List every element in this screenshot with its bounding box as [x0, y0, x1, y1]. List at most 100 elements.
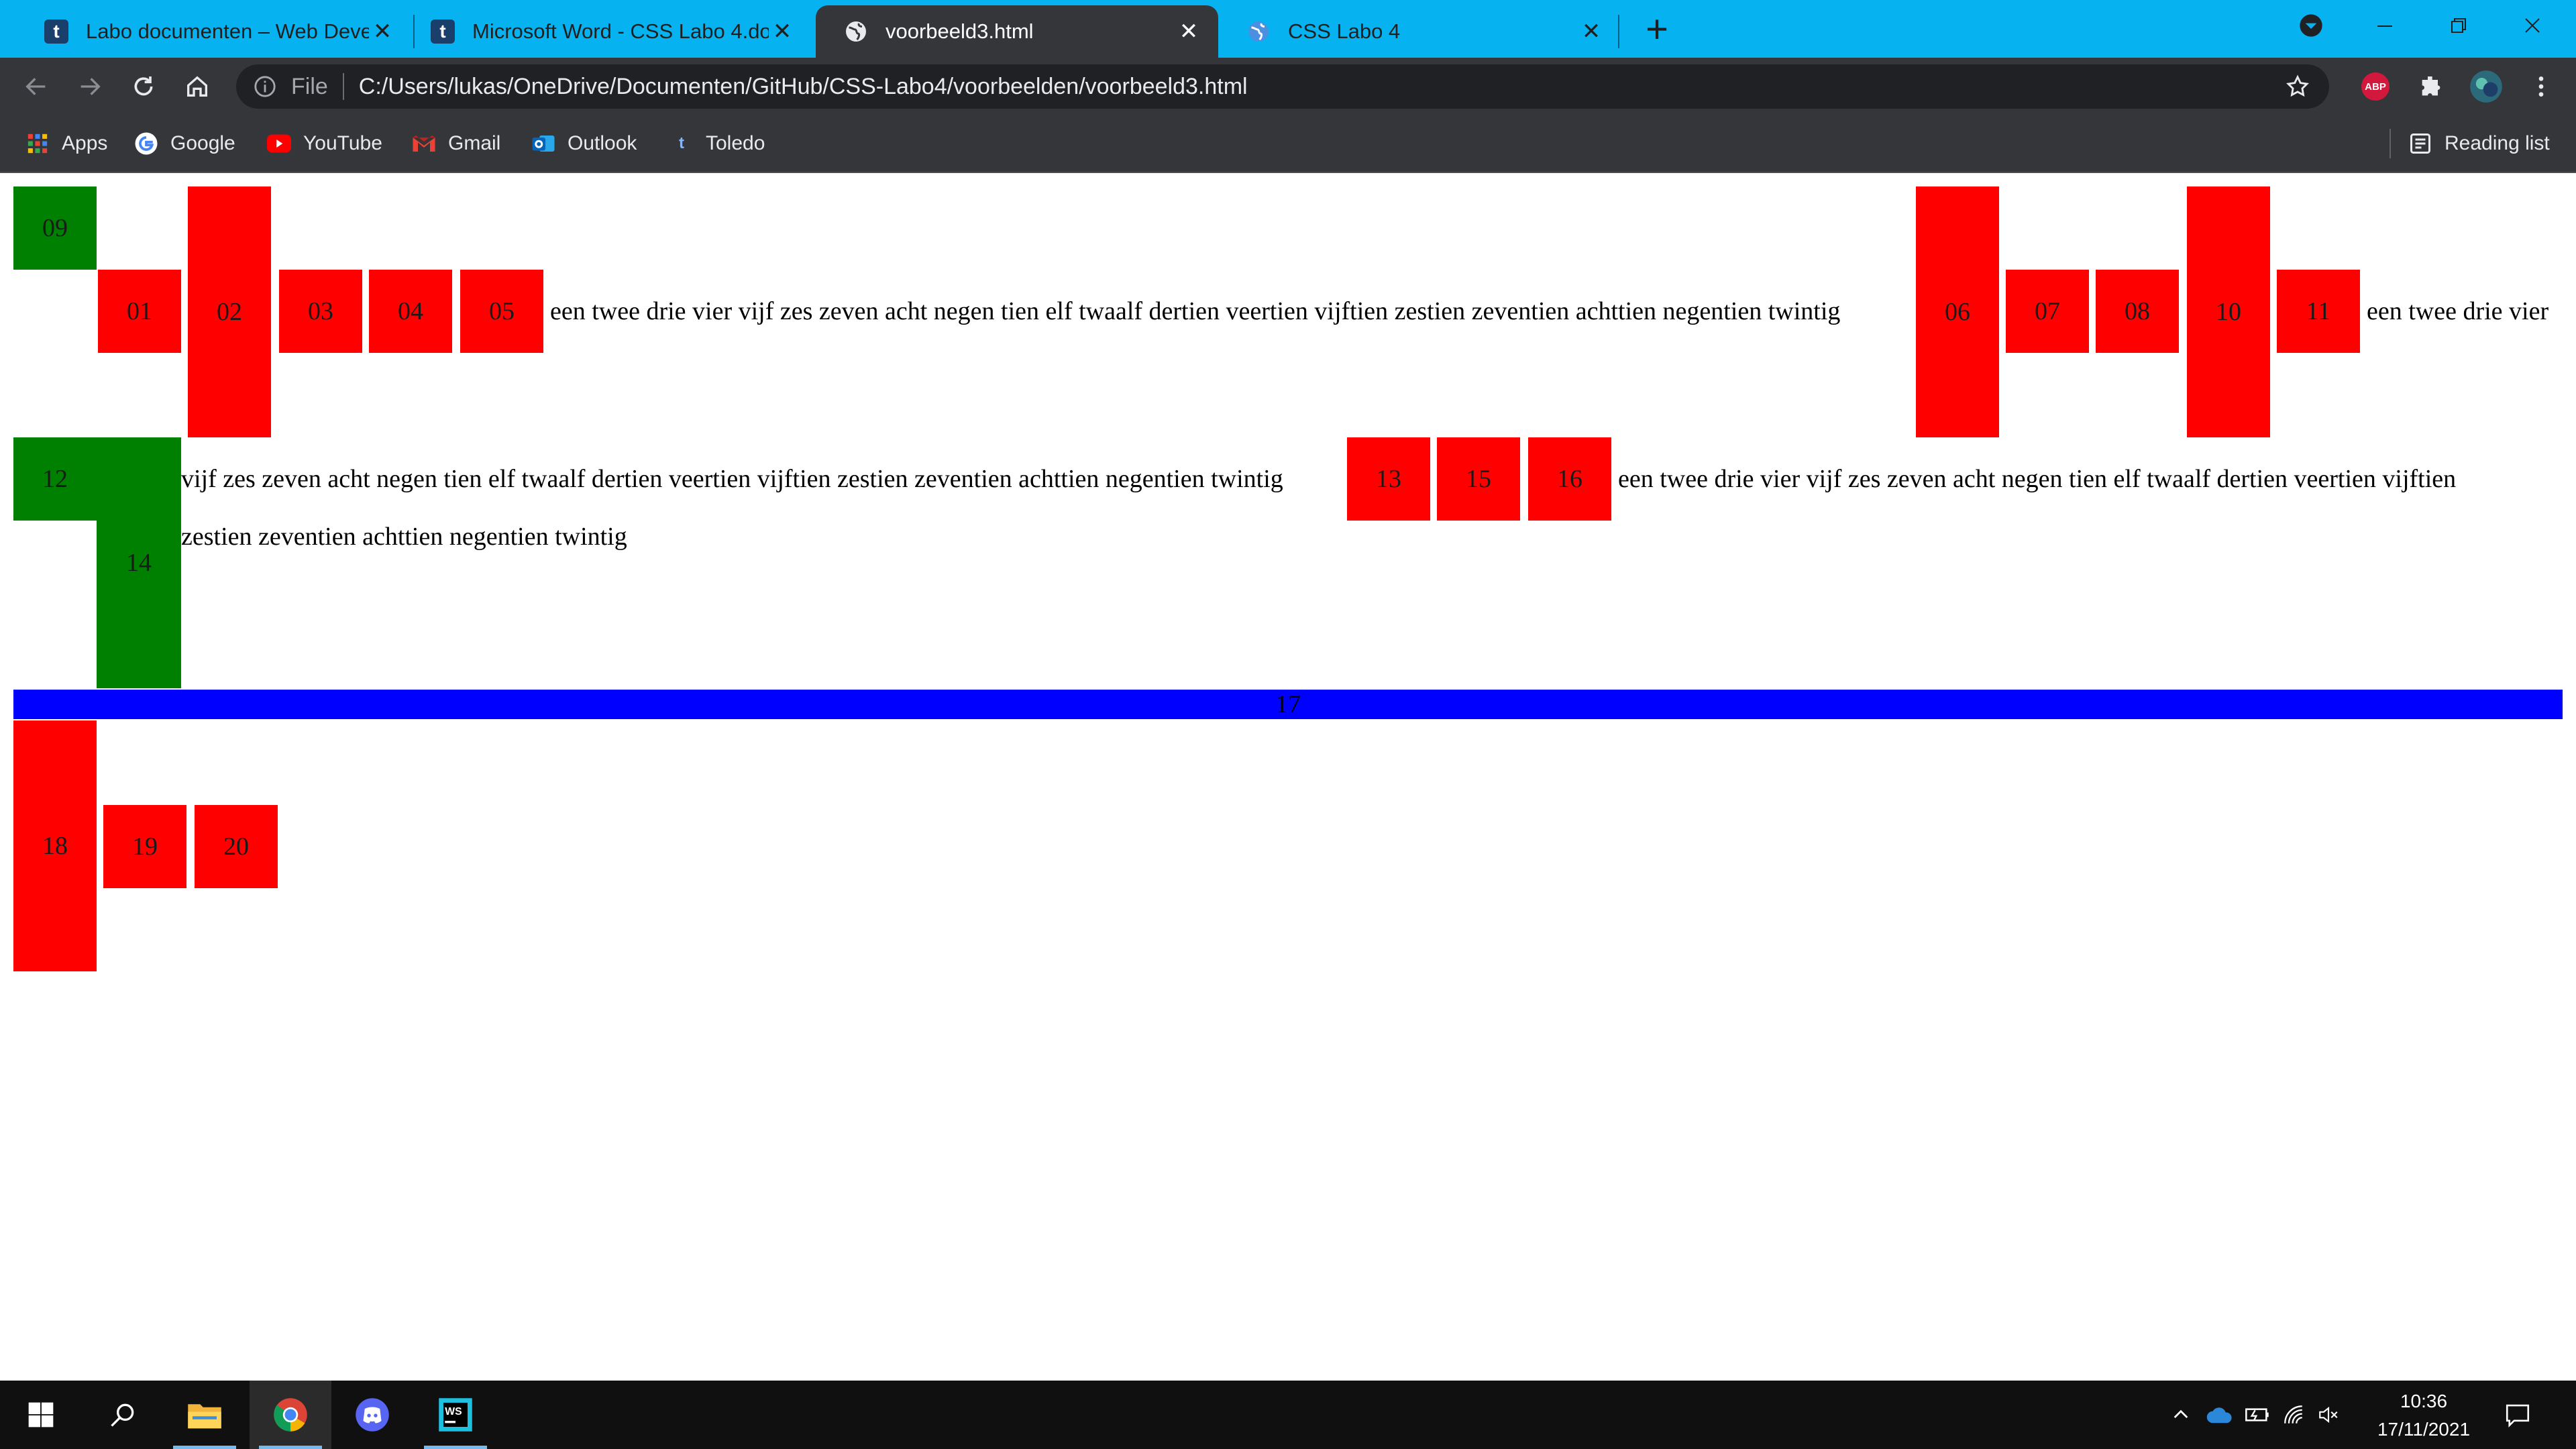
tray-overflow-button[interactable] [2164, 1398, 2198, 1432]
discord-icon [356, 1398, 389, 1432]
chevron-up-icon [2174, 1409, 2188, 1418]
taskbar-webstorm[interactable]: WS [415, 1381, 496, 1449]
bookmark-toledo[interactable]: t Toledo [669, 115, 765, 172]
bookmark-label: Outlook [568, 132, 637, 154]
reload-icon [134, 76, 153, 96]
outlook-icon [531, 131, 555, 156]
box-01: 01 [98, 270, 181, 353]
reload-button[interactable] [123, 66, 164, 107]
box-16: 16 [1528, 437, 1611, 521]
restore-button[interactable] [2422, 0, 2496, 51]
reading-list-button[interactable]: Reading list [2408, 115, 2550, 172]
notifications-button[interactable] [2501, 1398, 2534, 1432]
youtube-icon [267, 131, 291, 156]
url-text[interactable]: C:/Users/lukas/OneDrive/Documenten/GitHu… [359, 74, 1248, 100]
arrow-left-icon [25, 78, 46, 95]
extensions-button[interactable] [2411, 66, 2451, 107]
taskbar-file-explorer[interactable] [164, 1381, 246, 1449]
google-icon [134, 131, 158, 156]
box-14: 14 [97, 437, 181, 688]
page-viewport: 09 01 02 03 04 05 een twee drie vier vij… [0, 173, 2576, 1381]
inline-text-line2: vijf zes zeven acht negen tien elf twaal… [181, 465, 1283, 493]
address-bar[interactable]: File C:/Users/lukas/OneDrive/Documenten/… [236, 64, 2329, 109]
box-04: 04 [369, 270, 452, 353]
tab-labo-documenten[interactable]: t Labo documenten – Web Develop ✕ [16, 5, 412, 58]
close-icon [2525, 18, 2540, 33]
bookmark-star-icon[interactable] [2285, 74, 2310, 99]
taskbar-clock[interactable]: 10:36 17/11/2021 [2360, 1387, 2487, 1444]
close-tab-icon[interactable]: ✕ [369, 18, 396, 45]
adblock-extension-icon[interactable]: ABP [2361, 72, 2390, 101]
address-separator [342, 73, 344, 100]
forward-button[interactable] [70, 66, 110, 107]
bookmarks-separator [2390, 129, 2391, 158]
inline-text-line2-tail: een twee drie vier vijf zes zeven acht n… [1618, 465, 2457, 493]
apps-grid-icon [25, 131, 50, 156]
volume-tray-icon[interactable] [2312, 1398, 2345, 1432]
box-13: 13 [1347, 437, 1430, 521]
tab-microsoft-word[interactable]: t Microsoft Word - CSS Labo 4.docx ✕ [402, 5, 812, 58]
bookmark-gmail[interactable]: Gmail [412, 115, 500, 172]
running-indicator [173, 1446, 236, 1449]
restore-icon [2451, 18, 2466, 33]
bookmark-label: Toledo [706, 132, 765, 154]
tab-css-labo-4[interactable]: CSS Labo 4 ✕ [1218, 5, 1621, 58]
browser-menu-button[interactable] [2521, 66, 2561, 107]
chevron-down-icon [2300, 14, 2322, 37]
battery-icon [2245, 1408, 2269, 1421]
tab-search-button[interactable] [2274, 0, 2348, 51]
box-05: 05 [460, 270, 543, 353]
home-icon [187, 76, 207, 97]
onedrive-tray-icon[interactable] [2203, 1398, 2237, 1432]
search-button[interactable] [82, 1381, 164, 1449]
inline-text-line3: zestien zeventien achttien negentien twi… [181, 523, 627, 551]
tab-title: voorbeeld3.html [885, 19, 1034, 43]
profile-avatar[interactable] [2466, 66, 2506, 107]
gmail-icon [412, 131, 436, 156]
bookmark-apps[interactable]: Apps [25, 115, 107, 172]
start-button[interactable] [0, 1381, 82, 1449]
box-11: 11 [2277, 270, 2360, 353]
close-tab-icon[interactable]: ✕ [769, 18, 796, 45]
new-tab-button[interactable]: + [1637, 9, 1677, 50]
cloud-icon [2206, 1407, 2232, 1424]
taskbar-chrome[interactable] [250, 1381, 331, 1449]
minimize-icon [2377, 25, 2392, 27]
tab-title: CSS Labo 4 [1288, 19, 1401, 43]
close-tab-icon[interactable]: ✕ [1578, 18, 1605, 45]
minimize-button[interactable] [2348, 0, 2422, 51]
bookmark-youtube[interactable]: YouTube [267, 115, 382, 172]
box-20: 20 [195, 805, 278, 888]
toledo-icon: t [669, 131, 694, 156]
kebab-menu-icon [2538, 76, 2544, 97]
box-10: 10 [2187, 186, 2270, 437]
info-icon[interactable] [254, 75, 276, 98]
toledo-icon: t [43, 18, 70, 45]
running-indicator [424, 1446, 487, 1449]
box-17: 17 [13, 690, 2563, 719]
close-tab-icon[interactable]: ✕ [1175, 18, 1202, 45]
tab-title: Microsoft Word - CSS Labo 4.docx [472, 19, 769, 43]
wifi-icon [2284, 1405, 2302, 1424]
volume-muted-icon [2319, 1406, 2338, 1424]
bookmark-outlook[interactable]: Outlook [531, 115, 637, 172]
bookmark-label: Google [170, 132, 235, 154]
back-button[interactable] [16, 66, 56, 107]
close-window-button[interactable] [2496, 0, 2569, 51]
clock-time: 10:36 [2400, 1391, 2448, 1411]
globe-icon [1245, 18, 1272, 45]
clock-date: 17/11/2021 [2377, 1419, 2471, 1440]
tab-voorbeeld3[interactable]: voorbeeld3.html ✕ [816, 5, 1218, 58]
box-08: 08 [2096, 270, 2179, 353]
taskbar-discord[interactable] [331, 1381, 413, 1449]
wifi-tray-icon[interactable] [2277, 1398, 2310, 1432]
home-button[interactable] [177, 66, 217, 107]
battery-tray-icon[interactable] [2241, 1398, 2274, 1432]
webstorm-icon: WS [439, 1398, 472, 1432]
tab-title: Labo documenten – Web Develop [86, 19, 369, 43]
windows-taskbar: WS 10:36 17/11/2021 [0, 1381, 2576, 1449]
inline-text-line1-tail: een twee drie vier [2367, 297, 2549, 325]
box-02: 02 [188, 186, 271, 437]
bookmark-google[interactable]: Google [134, 115, 235, 172]
inline-text-line1: een twee drie vier vijf zes zeven acht n… [550, 297, 1841, 325]
